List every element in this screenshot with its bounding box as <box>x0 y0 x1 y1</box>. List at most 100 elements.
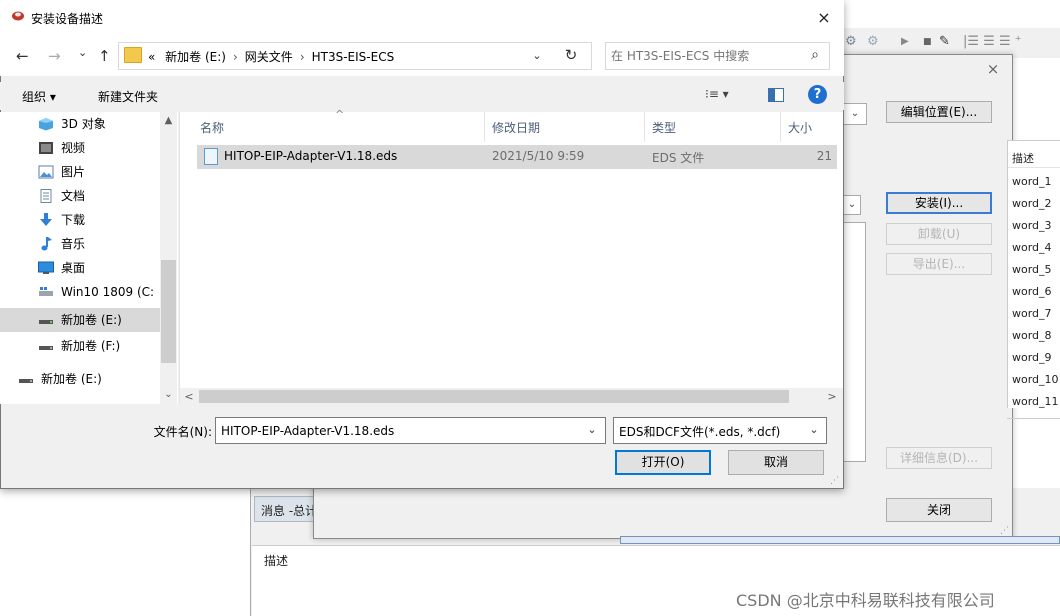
export-button: 导出(E)... <box>886 253 992 275</box>
column-header-name[interactable]: 名称 <box>200 119 224 136</box>
nav-item-music[interactable]: 音乐 <box>0 232 160 256</box>
column-header-type[interactable]: 类型 <box>652 119 676 136</box>
breadcrumb-item[interactable]: HT3S-EIS-ECS <box>312 50 395 64</box>
table-row[interactable]: word_7 <box>1012 307 1052 320</box>
nav-item-documents[interactable]: 文档 <box>0 184 160 208</box>
dialog-title: 安装设备描述 <box>31 12 104 26</box>
stop-icon[interactable]: ■ <box>923 34 932 50</box>
recent-locations-icon[interactable]: ⌄ <box>78 44 87 62</box>
scroll-up-icon[interactable]: ▲ <box>161 115 176 127</box>
repository-close-icon[interactable]: × <box>984 60 1002 78</box>
location-dropdown[interactable]: ⌄ <box>843 103 867 125</box>
cube-icon <box>39 118 53 131</box>
download-icon <box>40 213 52 226</box>
table-row[interactable]: word_8 <box>1012 329 1052 342</box>
nav-item-drive-e-network[interactable]: 新加卷 (E:) <box>0 367 160 391</box>
filename-label: 文件名(N): <box>153 425 212 439</box>
scroll-down-icon[interactable]: ⌄ <box>161 389 176 401</box>
gear-icon[interactable]: ⚙ <box>845 34 857 50</box>
table-row[interactable]: word_3 <box>1012 219 1052 232</box>
up-arrow-icon[interactable]: ↑ <box>98 47 111 65</box>
forward-arrow-icon: → <box>48 47 61 65</box>
table-row[interactable]: word_4 <box>1012 241 1052 254</box>
file-date: 2021/5/10 9:59 <box>492 149 585 163</box>
drive-icon <box>19 379 33 383</box>
nav-item-desktop[interactable]: 桌面 <box>0 256 160 280</box>
resize-grip-icon[interactable]: ⋰ <box>830 476 839 486</box>
file-size: 21 <box>816 149 832 163</box>
description-label: 描述 <box>264 554 289 568</box>
horizontal-scroll-thumb[interactable] <box>199 390 789 403</box>
view-mode-icon[interactable]: ⁝≡ ▾ <box>705 87 729 101</box>
nav-item-3d-objects[interactable]: 3D 对象 <box>0 112 160 136</box>
search-icon[interactable]: ⌕ <box>806 46 824 64</box>
breadcrumb-item[interactable]: 新加卷 (E:) <box>159 50 226 64</box>
filter-dropdown-icon[interactable]: ⌄ <box>806 422 822 438</box>
table-row[interactable]: word_9 <box>1012 351 1052 364</box>
device-description-table: 描述 word_1 word_2 word_3 word_4 word_5 wo… <box>1007 140 1060 408</box>
table-row[interactable]: word_6 <box>1012 285 1052 298</box>
breadcrumb-overflow[interactable]: « <box>148 50 155 64</box>
table-row[interactable]: word_2 <box>1012 197 1052 210</box>
nav-item-drive-f[interactable]: 新加卷 (F:) <box>0 334 160 358</box>
column-header-size[interactable]: 大小 <box>788 119 812 136</box>
table-row[interactable]: word_1 <box>1012 175 1052 188</box>
table-header: 描述 <box>1012 152 1034 165</box>
address-dropdown-icon[interactable]: ⌄ <box>529 47 545 65</box>
nav-item-system-drive[interactable]: Win10 1809 (C: <box>0 280 160 304</box>
organize-button[interactable]: 组织 ▾ <box>22 88 56 105</box>
tool-icon[interactable]: ✎ <box>939 34 950 50</box>
filter-dropdown[interactable]: ⌄ <box>843 195 861 215</box>
close-button[interactable]: 关闭 <box>886 498 992 522</box>
refresh-icon[interactable]: ↻ <box>562 46 580 64</box>
open-button[interactable]: 打开(O) <box>615 450 711 475</box>
app-icon <box>12 11 24 21</box>
uninstall-button: 卸载(U) <box>886 223 992 245</box>
list-icon[interactable]: |☰ ☰ ☰ ⁺ <box>963 34 1022 50</box>
details-button: 详细信息(D)... <box>886 447 992 469</box>
edit-location-button[interactable]: 编辑位置(E)... <box>886 101 992 123</box>
preview-pane-icon[interactable] <box>768 88 784 102</box>
install-button[interactable]: 安装(I)... <box>886 192 992 214</box>
breadcrumb-item[interactable]: 网关文件 <box>245 50 293 64</box>
column-header-date[interactable]: 修改日期 <box>492 119 540 136</box>
help-icon[interactable]: ? <box>808 85 827 104</box>
file-icon <box>204 148 218 165</box>
gear-icon[interactable]: ⚙ <box>867 34 879 50</box>
message-tab[interactable]: 消息 -总计 <box>254 496 314 522</box>
nav-item-pictures[interactable]: 图片 <box>0 160 160 184</box>
file-type-filter-value: EDS和DCF文件(*.eds, *.dcf) <box>619 425 781 439</box>
scroll-right-icon[interactable]: > <box>826 390 838 403</box>
nav-item-drive-e[interactable]: 新加卷 (E:) <box>0 308 160 332</box>
resize-grip-icon[interactable]: ⋰ <box>1000 526 1009 536</box>
drive-icon <box>39 346 53 350</box>
status-strip <box>620 536 1060 544</box>
filename-input[interactable] <box>221 422 571 440</box>
navigation-scroll-thumb[interactable] <box>161 260 176 363</box>
nav-item-downloads[interactable]: 下载 <box>0 208 160 232</box>
table-row[interactable]: word_10 <box>1012 373 1059 386</box>
scroll-left-icon[interactable]: < <box>183 390 195 403</box>
table-row[interactable]: word_5 <box>1012 263 1052 276</box>
filename-dropdown-icon[interactable]: ⌄ <box>584 422 600 438</box>
new-folder-button[interactable]: 新建文件夹 <box>98 88 158 105</box>
picture-icon <box>38 165 54 179</box>
cancel-button[interactable]: 取消 <box>728 450 824 475</box>
chevron-right-icon[interactable]: › <box>226 50 245 64</box>
close-icon[interactable]: × <box>814 8 834 28</box>
watermark: CSDN @北京中科易联科技有限公司 <box>736 591 995 610</box>
play-icon[interactable]: ▶ <box>901 34 909 50</box>
back-arrow-icon[interactable]: ← <box>16 47 29 65</box>
desktop-icon <box>38 261 54 274</box>
folder-icon <box>124 47 142 63</box>
table-row[interactable]: word_11 <box>1012 395 1059 408</box>
search-input[interactable] <box>611 47 791 65</box>
sort-ascending-icon: ^ <box>335 108 345 121</box>
chevron-right-icon[interactable]: › <box>293 50 312 64</box>
music-icon <box>41 237 52 251</box>
document-icon <box>40 189 52 203</box>
breadcrumb: « 新加卷 (E:) › 网关文件 › HT3S-EIS-ECS <box>148 48 394 65</box>
table-footer <box>1007 418 1060 440</box>
file-name: HITOP-EIP-Adapter-V1.18.eds <box>224 149 398 163</box>
nav-item-videos[interactable]: 视频 <box>0 136 160 160</box>
